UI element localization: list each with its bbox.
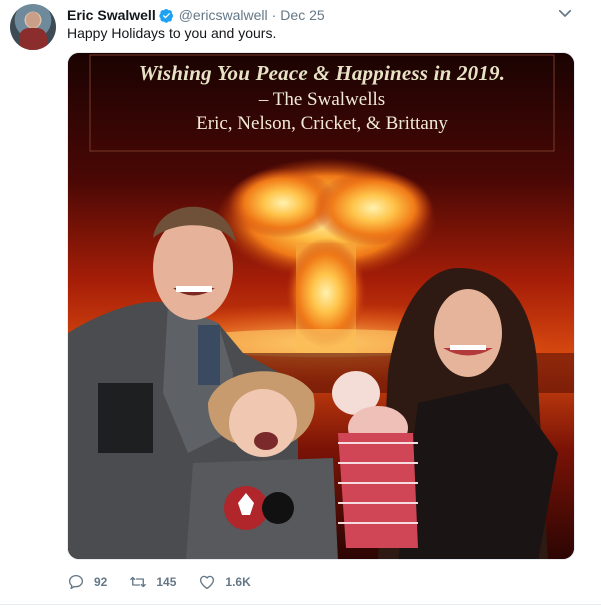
card-greeting: Wishing You Peace & Happiness in 2019. –…: [68, 61, 574, 135]
tweet-date[interactable]: Dec 25: [280, 7, 324, 23]
tweet-media-image[interactable]: Wishing You Peace & Happiness in 2019. –…: [67, 52, 575, 560]
retweet-count: 145: [156, 575, 177, 589]
author-name[interactable]: Eric Swalwell: [67, 7, 156, 23]
card-line-2: – The Swalwells: [258, 89, 386, 110]
avatar-body: [19, 28, 47, 50]
tweet-header: Eric Swalwell @ericswalwell · Dec 25: [67, 6, 325, 24]
avatar-head: [26, 12, 40, 28]
separator-dot: ·: [271, 7, 277, 23]
retweet-button[interactable]: 145: [129, 573, 176, 591]
avatar[interactable]: [10, 4, 56, 50]
reply-count: 92: [94, 575, 108, 589]
retweet-icon: [130, 576, 147, 588]
author-handle[interactable]: @ericswalwell: [179, 7, 268, 23]
verified-badge-icon: [159, 8, 173, 23]
tweet-text: Happy Holidays to you and yours.: [67, 25, 277, 41]
tweet[interactable]: Eric Swalwell @ericswalwell · Dec 25 Hap…: [0, 0, 601, 610]
tweet-divider: [0, 604, 601, 605]
card-line-3: Eric, Nelson, Cricket, & Brittany: [196, 113, 448, 134]
reply-icon: [68, 574, 84, 590]
card-line-1: Wishing You Peace & Happiness in 2019.: [138, 61, 506, 85]
reply-button[interactable]: 92: [67, 573, 107, 591]
heart-icon: [200, 575, 215, 590]
like-button[interactable]: 1.6K: [198, 573, 251, 591]
tweet-actions: 92 145 1.6K: [67, 572, 273, 592]
chevron-down-icon[interactable]: [556, 4, 574, 22]
like-count: 1.6K: [225, 575, 251, 589]
